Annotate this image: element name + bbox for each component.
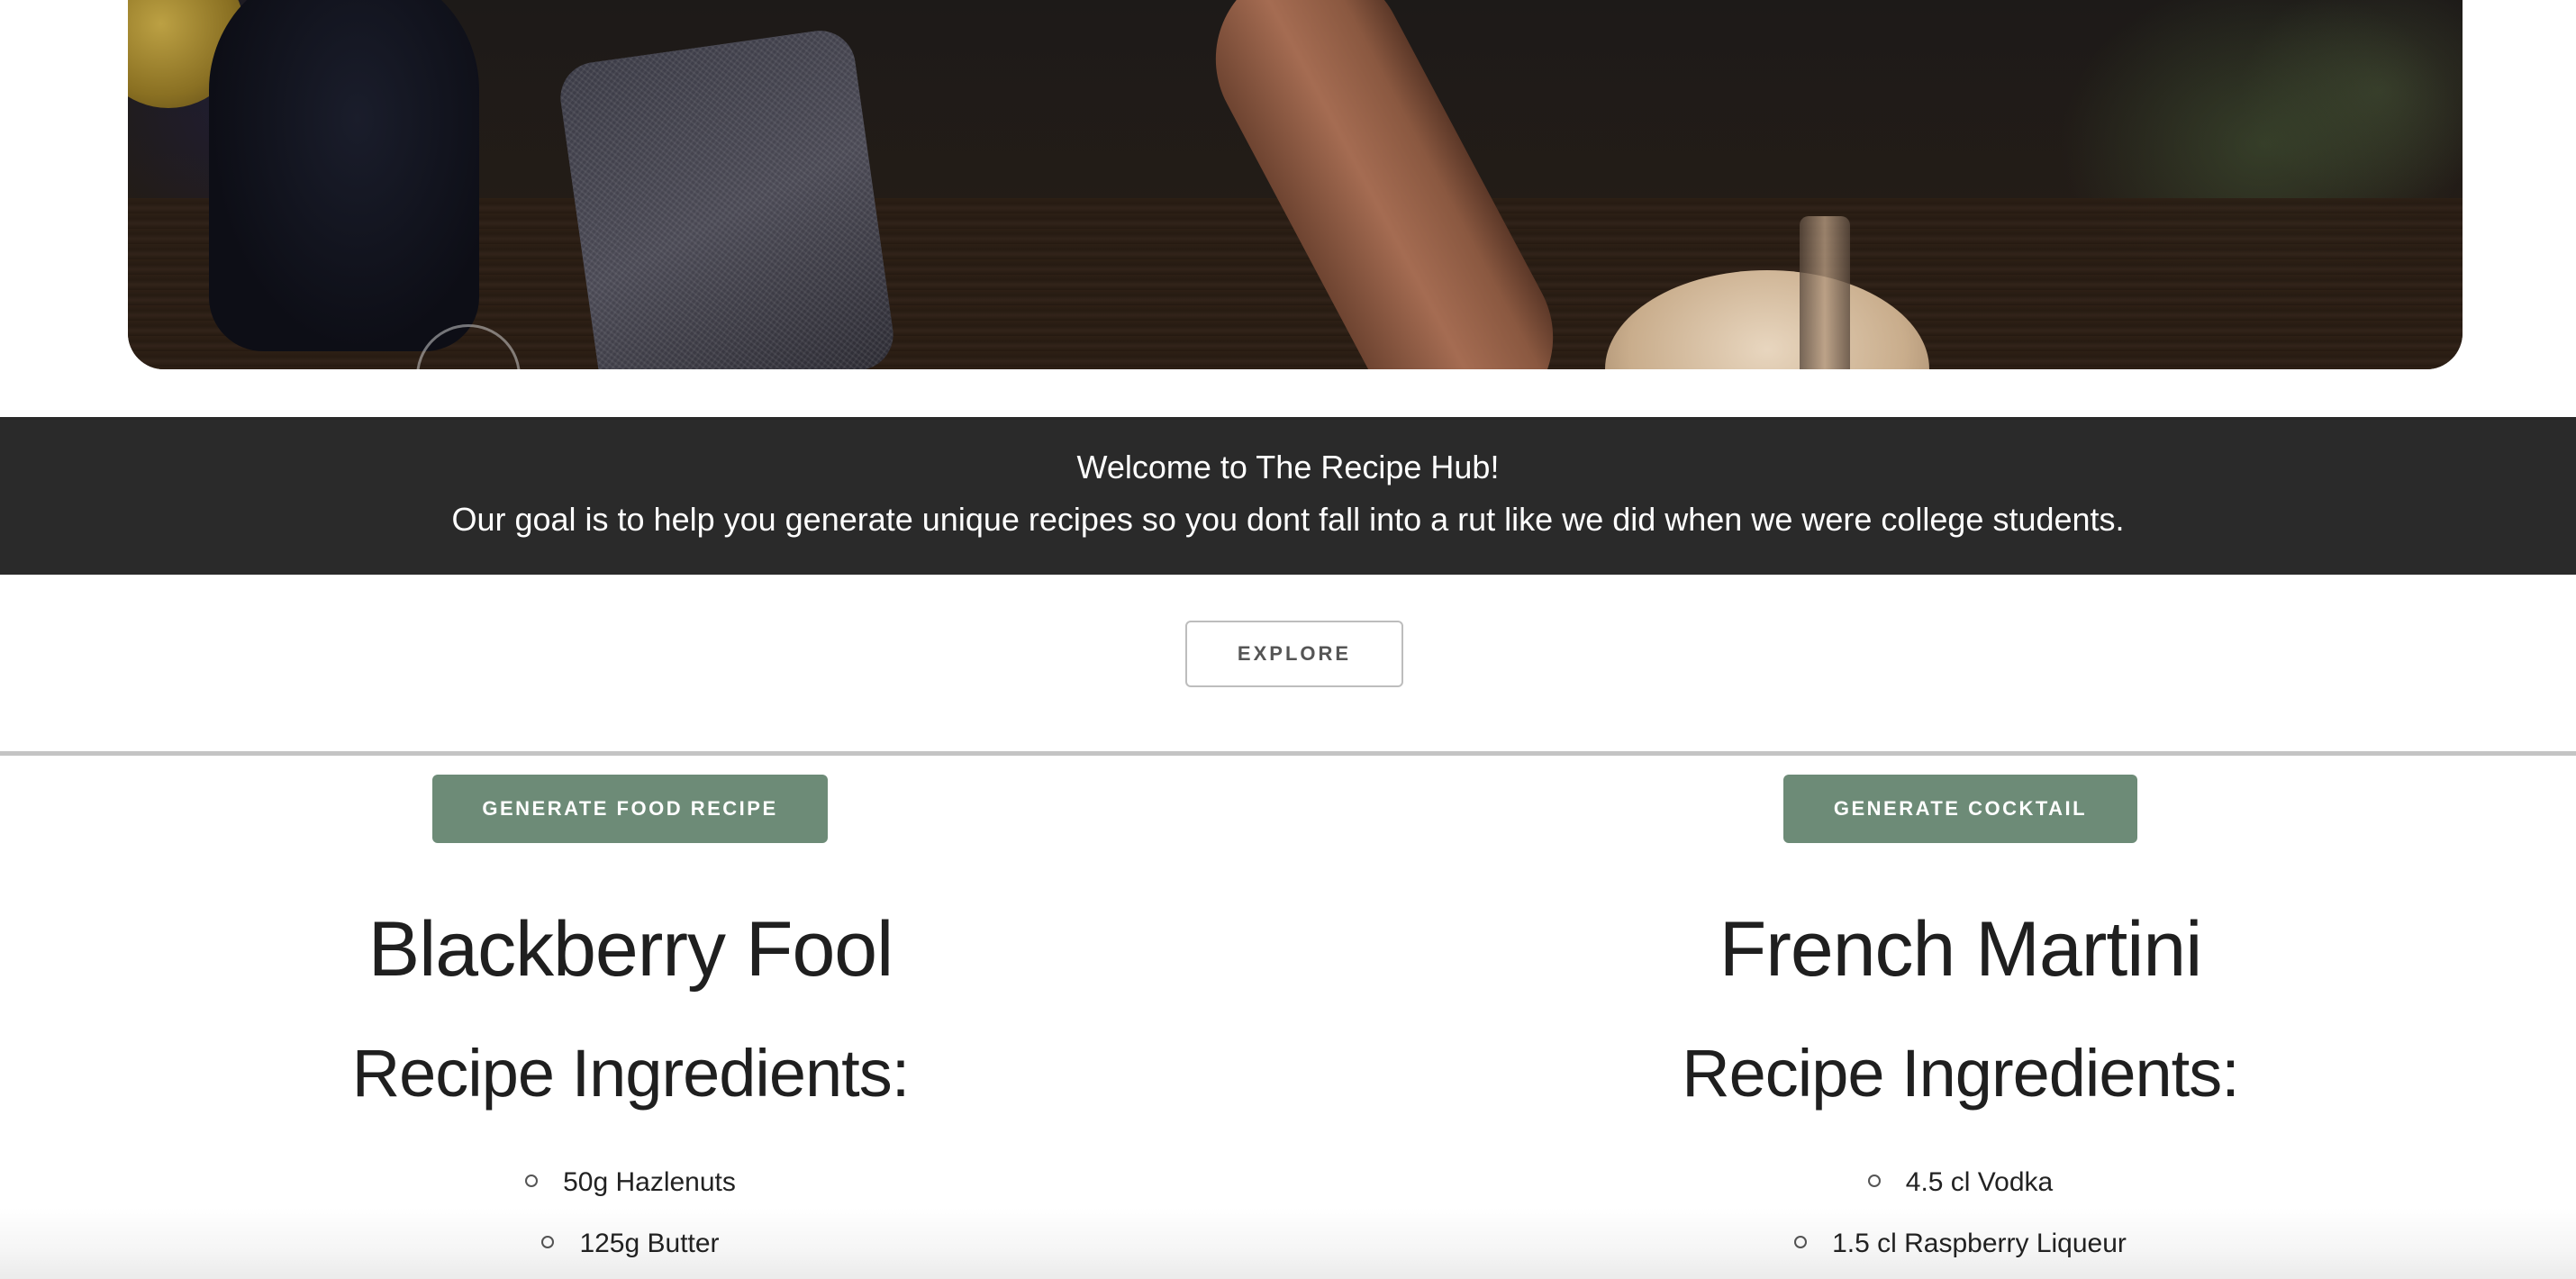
welcome-banner: Welcome to The Recipe Hub! Our goal is t… <box>0 417 2576 575</box>
cocktail-recipe-column: GENERATE COCKTAIL French Martini Recipe … <box>1288 756 2576 1279</box>
hero-fork-shape <box>1800 216 1850 369</box>
ingredient-text: 50g Hazlenuts <box>563 1167 736 1197</box>
hero-bottle-shape <box>209 0 479 351</box>
cocktail-ingredients-list: 4.5 cl Vodka 1.5 cl Raspberry Liqueur <box>1288 1152 2576 1274</box>
hero-napkin-shape <box>556 25 898 369</box>
ingredient-text: 1.5 cl Raspberry Liqueur <box>1832 1229 2127 1258</box>
generate-cocktail-button[interactable]: GENERATE COCKTAIL <box>1783 775 2137 843</box>
bullet-circle-icon <box>525 1175 539 1188</box>
goal-text: Our goal is to help you generate unique … <box>451 501 2125 538</box>
bullet-circle-icon <box>541 1236 555 1249</box>
cocktail-recipe-title: French Martini <box>1719 906 2203 993</box>
food-recipe-column: GENERATE FOOD RECIPE Blackberry Fool Rec… <box>0 756 1288 1279</box>
ingredient-text: 4.5 cl Vodka <box>1905 1167 2054 1197</box>
food-ingredients-heading: Recipe Ingredients: <box>351 1036 911 1111</box>
list-item: 4.5 cl Vodka <box>1288 1152 2576 1213</box>
bullet-circle-icon <box>1867 1175 1881 1188</box>
cocktail-ingredients-heading: Recipe Ingredients: <box>1682 1036 2240 1111</box>
list-item: 1.5 cl Raspberry Liqueur <box>1288 1213 2576 1274</box>
generate-food-recipe-button[interactable]: GENERATE FOOD RECIPE <box>432 775 828 843</box>
list-item: 50g Hazlenuts <box>0 1152 1261 1213</box>
food-recipe-title: Blackberry Fool <box>367 906 893 993</box>
hero-image <box>128 0 2463 369</box>
bullet-circle-icon <box>1794 1236 1808 1249</box>
ingredient-text: 125g Butter <box>579 1229 720 1258</box>
food-ingredients-list: 50g Hazlenuts 125g Butter <box>0 1152 1261 1274</box>
welcome-heading: Welcome to The Recipe Hub! <box>1076 449 1500 485</box>
explore-button[interactable]: EXPLORE <box>1185 621 1403 687</box>
list-item: 125g Butter <box>0 1213 1261 1274</box>
